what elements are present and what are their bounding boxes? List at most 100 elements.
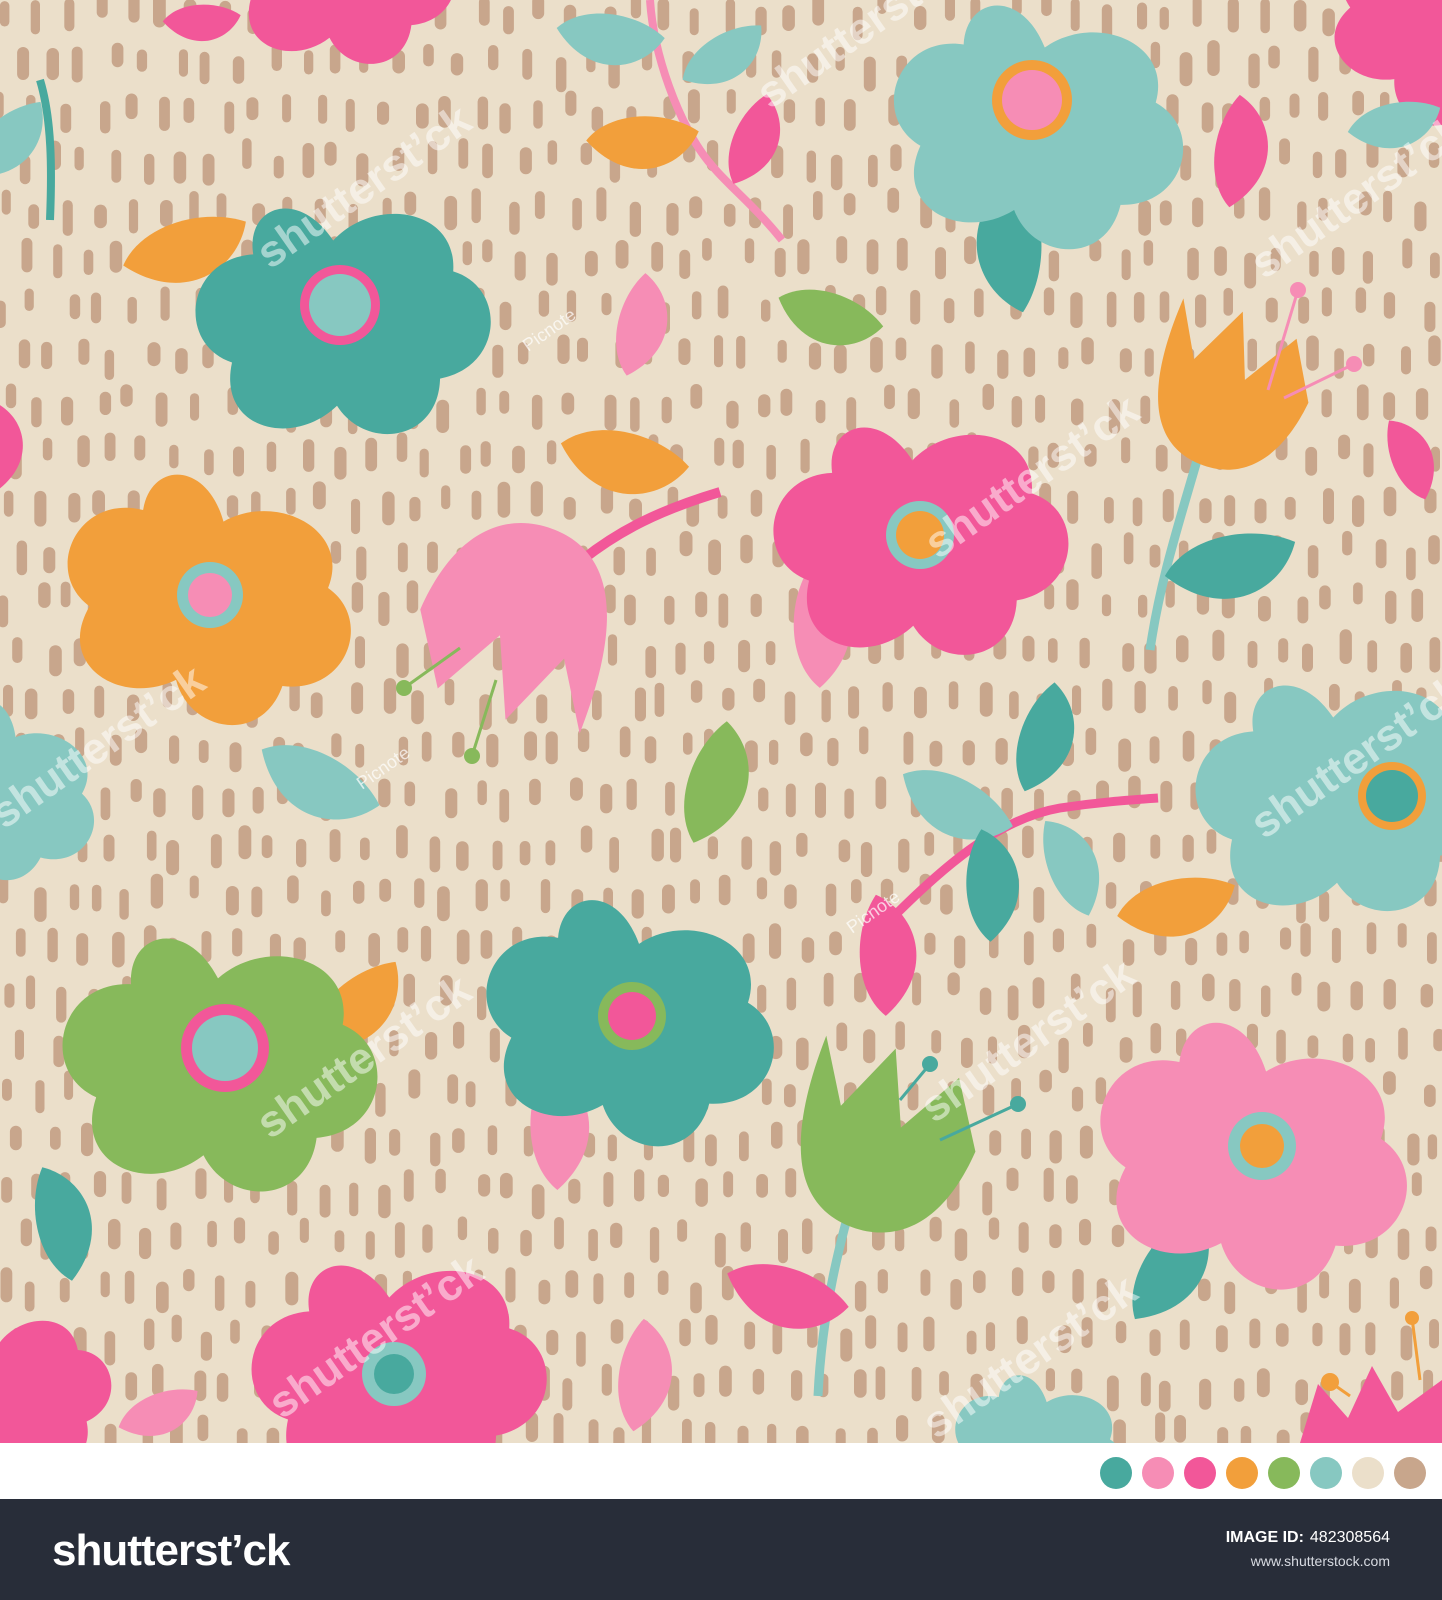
speckle-dot [403, 1169, 414, 1202]
speckle-dot [436, 399, 450, 433]
speckle-dot [488, 1227, 499, 1254]
flower-center [1240, 1124, 1284, 1168]
speckle-dot [565, 90, 577, 116]
speckle-dot [931, 344, 943, 379]
speckle-dot [1079, 1218, 1092, 1246]
speckle-dot [522, 48, 533, 80]
speckle-dot [974, 288, 984, 318]
speckle-dot [1317, 981, 1331, 1012]
speckle-dot [1302, 643, 1313, 672]
speckle-dot [497, 481, 511, 518]
speckle-dot [848, 686, 860, 719]
speckle-dot [408, 1069, 421, 1099]
speckle-dot [911, 1366, 922, 1402]
speckle-dot [200, 1331, 212, 1361]
speckle-dot [134, 435, 146, 461]
speckle-dot [744, 1321, 756, 1350]
speckle-dot [445, 788, 458, 819]
speckle-dot [761, 1078, 772, 1106]
speckle-dot [1420, 984, 1434, 1008]
speckle-dot [310, 692, 323, 719]
speckle-dot [478, 0, 490, 26]
speckle-dot [17, 47, 30, 80]
speckle-dot [216, 1373, 229, 1402]
site-url: www.shutterstock.com [1250, 1553, 1390, 1569]
speckle-dot [784, 884, 797, 909]
speckle-dot [531, 394, 543, 430]
speckle-dot [2, 1078, 12, 1101]
speckle-dot [92, 490, 105, 516]
speckle-dot [1102, 678, 1113, 711]
speckle-dot [1091, 543, 1102, 579]
speckle-dot [609, 837, 619, 873]
speckle-dot [1433, 1028, 1442, 1052]
speckle-dot [1058, 347, 1069, 370]
speckle-dot [806, 150, 816, 183]
speckle-dot [214, 1275, 225, 1311]
speckle-dot [815, 782, 826, 818]
speckle-dot [155, 392, 168, 427]
speckle-dot [60, 103, 72, 133]
speckle-dot [1149, 736, 1160, 764]
speckle-dot [626, 778, 637, 811]
speckle-dot [815, 399, 826, 424]
speckle-dot [1071, 1368, 1083, 1394]
speckle-dot [624, 1272, 635, 1298]
speckle-dot [156, 1178, 167, 1211]
speckle-dot [800, 732, 813, 757]
speckle-dot [572, 197, 582, 231]
speckle-dot [897, 1322, 908, 1353]
speckle-dot [450, 53, 464, 76]
speckle-dot [838, 839, 851, 863]
speckle-dot [103, 834, 115, 862]
speckle-dot [1331, 927, 1341, 964]
speckle-dot [717, 495, 728, 519]
speckle-dot [534, 191, 545, 220]
speckle-dot [166, 840, 180, 876]
speckle-dot [1199, 498, 1212, 524]
speckle-dot [1207, 40, 1220, 76]
speckle-dot [1249, 1318, 1261, 1349]
speckle-dot [739, 1131, 749, 1162]
teal-stamen [922, 1056, 938, 1072]
speckle-dot [368, 933, 380, 967]
speckle-dot [1407, 1133, 1420, 1166]
speckle-dot [68, 492, 81, 523]
speckle-dot [1383, 1071, 1396, 1095]
speckle-dot [782, 5, 795, 32]
speckle-dot [954, 935, 966, 969]
speckle-dot [737, 1425, 749, 1443]
speckle-dot [988, 1217, 1000, 1240]
speckle-dot [153, 788, 166, 818]
speckle-dot [531, 1184, 545, 1220]
speckle-dot [383, 678, 397, 714]
speckle-dot [563, 497, 576, 520]
speckle-dot [1198, 1278, 1211, 1302]
speckle-dot [664, 595, 675, 625]
speckle-dot [705, 1134, 717, 1167]
speckle-dot [884, 384, 895, 410]
speckle-dot [1018, 1222, 1029, 1253]
speckle-dot [545, 731, 558, 765]
speckle-dot [169, 444, 179, 469]
speckle-dot [882, 682, 893, 712]
speckle-dot [1144, 348, 1154, 377]
flower-center [1366, 770, 1418, 822]
palette-swatch-mint [1310, 1457, 1342, 1489]
speckle-dot [499, 301, 512, 331]
speckle-dot [261, 835, 273, 859]
speckle-dot [689, 196, 703, 219]
speckle-dot [736, 335, 746, 369]
speckle-dot [444, 678, 455, 706]
speckle-dot [646, 547, 656, 576]
speckle-dot [634, 687, 646, 722]
speckle-dot [487, 1125, 498, 1156]
speckle-dot [482, 239, 493, 263]
speckle-dot [1308, 46, 1319, 82]
speckle-dot [707, 836, 718, 860]
stock-footer-bar: shutterst’ck IMAGE ID: 482308564 www.shut… [0, 1499, 1442, 1600]
speckle-dot [896, 237, 908, 271]
speckle-dot [351, 682, 364, 714]
speckle-dot [771, 1121, 783, 1149]
speckle-dot [224, 101, 235, 134]
